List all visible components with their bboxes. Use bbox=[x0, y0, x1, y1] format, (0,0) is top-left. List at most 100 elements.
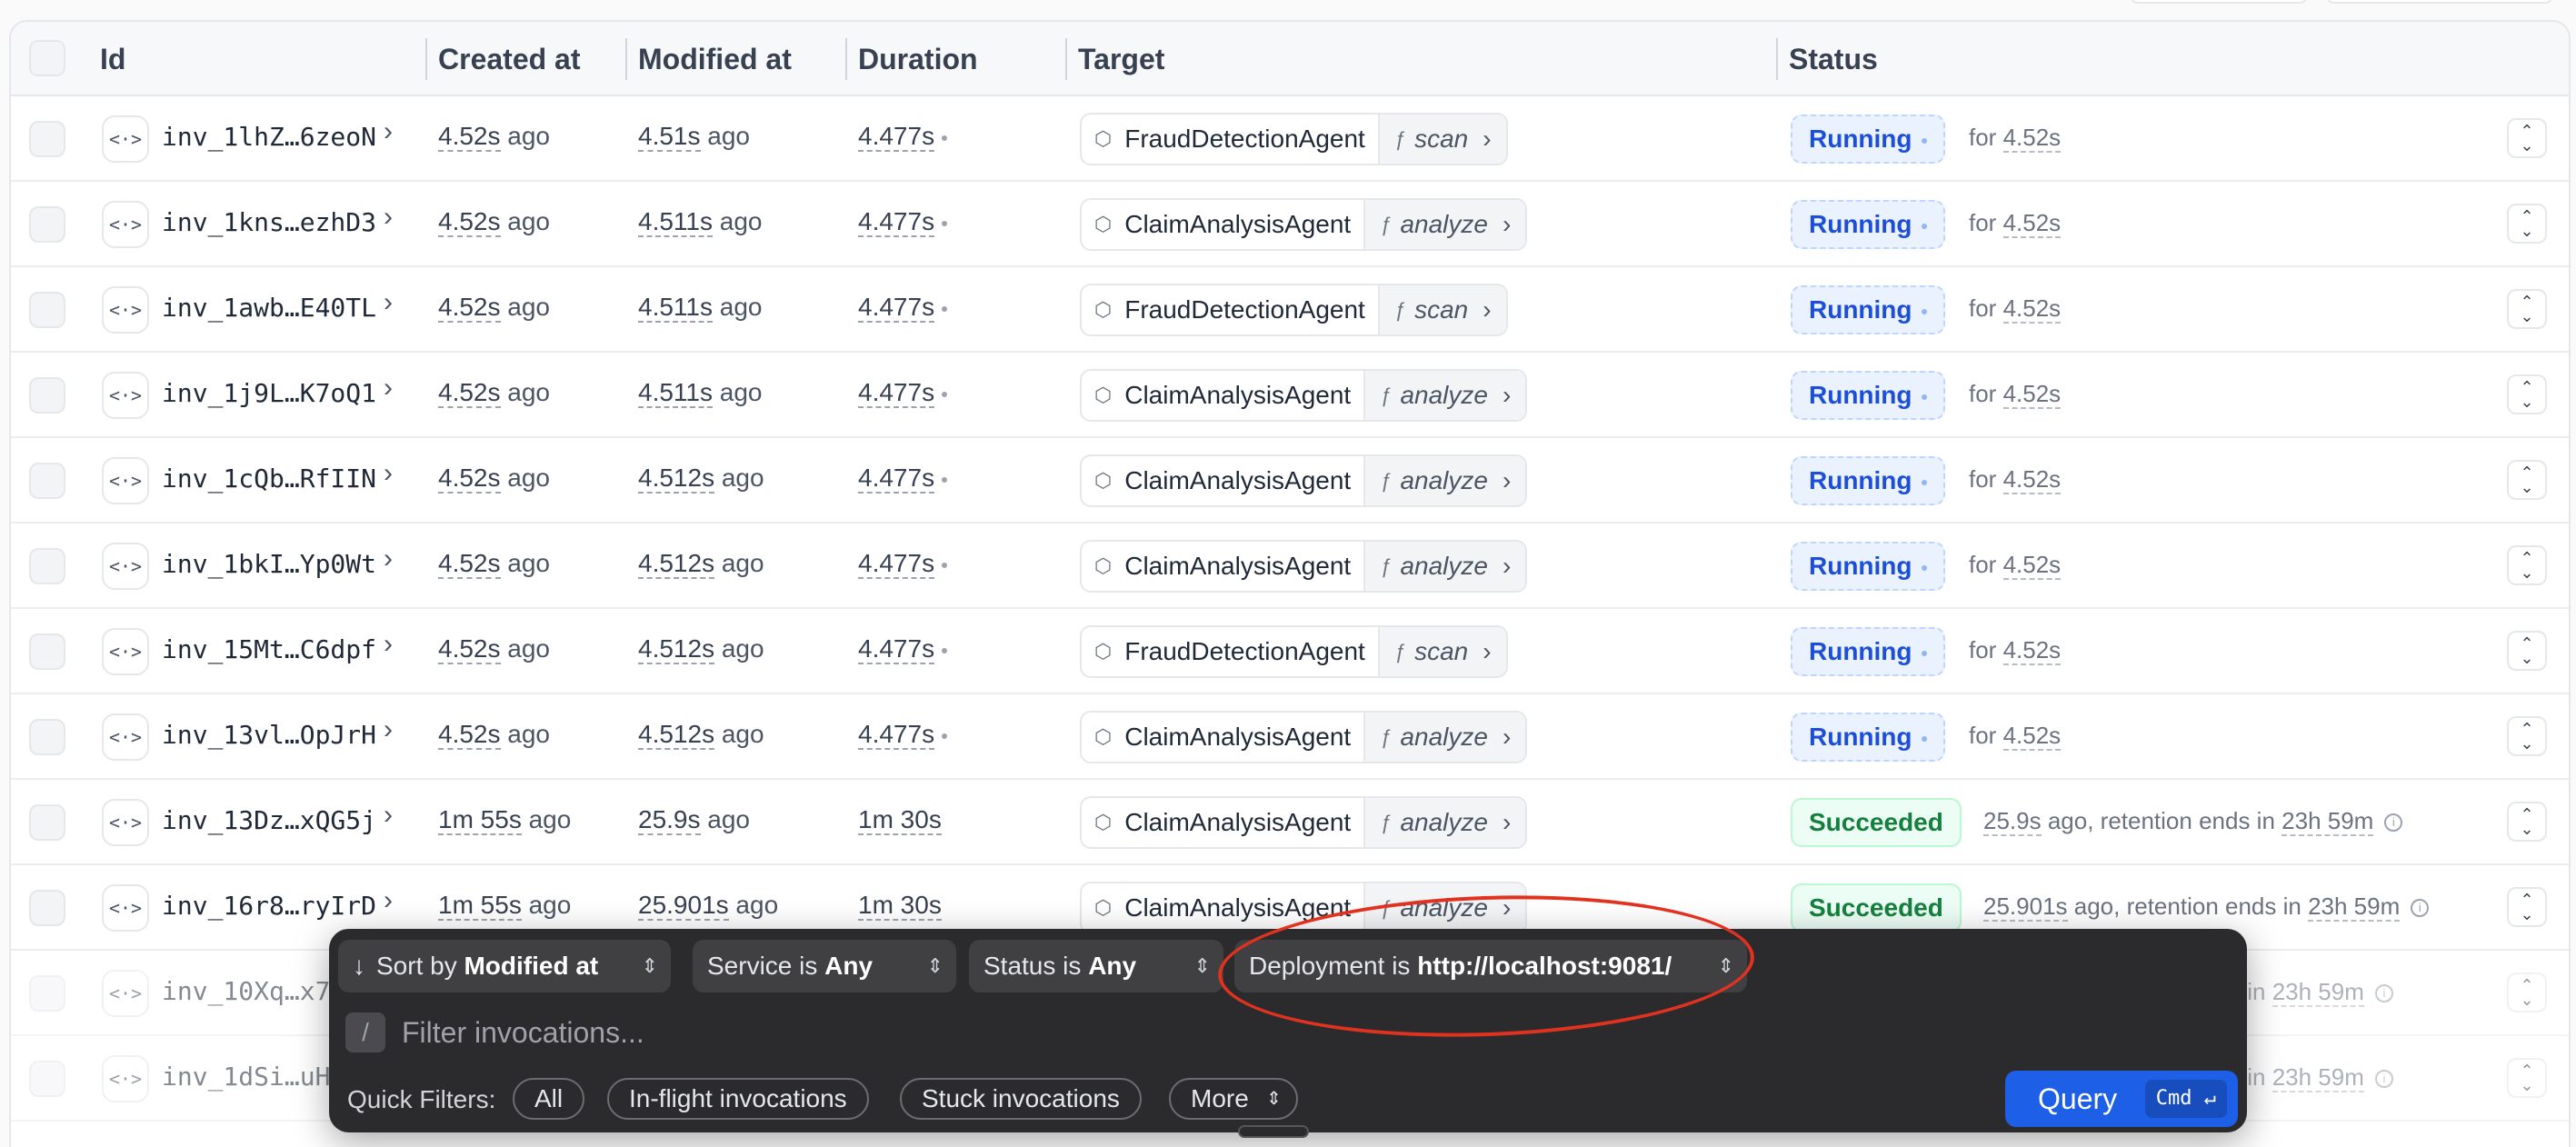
sort-dropdown[interactable]: ↓ Sort by Modified at ⇕ bbox=[338, 940, 671, 992]
code-icon[interactable]: <·> bbox=[102, 372, 149, 419]
expand-icon[interactable]: ⌃ ⌄ bbox=[2507, 1058, 2547, 1098]
target-button[interactable]: ⬡ ClaimAnalysisAgent ƒ analyze › bbox=[1080, 711, 1528, 763]
invocation-id[interactable]: inv_1dSi…uHV bbox=[162, 1062, 345, 1092]
expand-icon[interactable]: ⌃ ⌄ bbox=[2507, 289, 2547, 329]
code-icon[interactable]: <·> bbox=[102, 628, 149, 675]
service-filter-dropdown[interactable]: Service is Any ⇕ bbox=[693, 940, 956, 992]
chevron-right-icon[interactable]: › bbox=[384, 629, 393, 660]
invocation-id[interactable]: inv_1j9L…K7oQ1 bbox=[162, 378, 376, 408]
target-button[interactable]: ⬡ ClaimAnalysisAgent ƒ analyze › bbox=[1080, 454, 1528, 507]
invocation-id[interactable]: inv_13vl…OpJrH bbox=[162, 720, 376, 750]
chevron-right-icon[interactable]: › bbox=[384, 458, 393, 489]
expand-icon[interactable]: ⌃ ⌄ bbox=[2507, 802, 2547, 842]
info-icon[interactable]: i bbox=[2384, 813, 2403, 833]
query-button[interactable]: Query Cmd ↵ bbox=[2005, 1071, 2238, 1127]
quick-filter-in-flight[interactable]: In-flight invocations bbox=[607, 1078, 869, 1120]
table-row[interactable]: <·> inv_1kns…ezhD3 › 4.52s ago 4.511s ago 4.4… bbox=[11, 182, 2569, 267]
table-row[interactable]: <·> inv_1lhZ…6zeoN › 4.52s ago 4.51s ago 4.47… bbox=[11, 96, 2569, 182]
quick-filter-more[interactable]: More ⇕ bbox=[1169, 1078, 1298, 1120]
target-button[interactable]: ⬡ FraudDetectionAgent ƒ scan › bbox=[1080, 113, 1508, 165]
expand-icon[interactable]: ⌃ ⌄ bbox=[2507, 204, 2547, 244]
code-icon[interactable]: <·> bbox=[102, 201, 149, 248]
row-checkbox[interactable] bbox=[29, 975, 65, 1012]
expand-icon[interactable]: ⌃ ⌄ bbox=[2507, 716, 2547, 756]
invocation-id[interactable]: inv_16r8…ryIrD bbox=[162, 891, 376, 921]
row-checkbox[interactable] bbox=[29, 804, 65, 841]
code-icon[interactable]: <·> bbox=[102, 543, 149, 590]
expand-icon[interactable]: ⌃ ⌄ bbox=[2507, 972, 2547, 1012]
expand-icon[interactable]: ⌃ ⌄ bbox=[2507, 887, 2547, 927]
row-checkbox[interactable] bbox=[29, 463, 65, 499]
quick-filter-all[interactable]: All bbox=[513, 1078, 585, 1120]
row-checkbox[interactable] bbox=[29, 719, 65, 755]
column-header-modified[interactable]: Modified at bbox=[638, 22, 792, 96]
invocation-id[interactable]: inv_13Dz…xQG5j bbox=[162, 805, 376, 835]
code-icon[interactable]: <·> bbox=[102, 970, 149, 1017]
invocation-id[interactable]: inv_15Mt…C6dpf bbox=[162, 634, 376, 664]
column-header-created[interactable]: Created at bbox=[438, 22, 581, 96]
chevron-right-icon[interactable]: › bbox=[384, 885, 393, 916]
row-checkbox[interactable] bbox=[29, 121, 65, 157]
table-row[interactable]: <·> inv_13Dz…xQG5j › 1m 55s ago 25.9s ago 1m … bbox=[11, 780, 2569, 865]
column-header-id[interactable]: Id bbox=[100, 22, 125, 96]
column-divider[interactable] bbox=[625, 38, 627, 80]
chevron-right-icon[interactable]: › bbox=[384, 287, 393, 318]
target-button[interactable]: ⬡ ClaimAnalysisAgent ƒ analyze › bbox=[1080, 540, 1528, 593]
chevron-right-icon[interactable]: › bbox=[384, 714, 393, 745]
resize-handle[interactable] bbox=[1238, 1125, 1309, 1138]
invocation-id[interactable]: inv_1cQb…RfIIN bbox=[162, 464, 376, 494]
target-button[interactable]: ⬡ ClaimAnalysisAgent ƒ analyze › bbox=[1080, 369, 1528, 422]
target-button[interactable]: ⬡ ClaimAnalysisAgent ƒ analyze › bbox=[1080, 198, 1528, 251]
column-divider[interactable] bbox=[1065, 38, 1067, 80]
chevron-right-icon[interactable]: › bbox=[384, 373, 393, 404]
table-row[interactable]: <·> inv_1awb…E40TL › 4.52s ago 4.511s ago 4.4… bbox=[11, 267, 2569, 353]
row-checkbox[interactable] bbox=[29, 890, 65, 926]
invocation-id[interactable]: inv_1kns…ezhD3 bbox=[162, 207, 376, 237]
column-divider[interactable] bbox=[1776, 38, 1778, 80]
status-filter-dropdown[interactable]: Status is Any ⇕ bbox=[969, 940, 1223, 992]
chevron-right-icon[interactable]: › bbox=[384, 800, 393, 831]
chevron-right-icon[interactable]: › bbox=[384, 544, 393, 574]
row-checkbox[interactable] bbox=[29, 633, 65, 670]
row-checkbox[interactable] bbox=[29, 1061, 65, 1097]
code-icon[interactable]: <·> bbox=[102, 713, 149, 761]
expand-icon[interactable]: ⌃ ⌄ bbox=[2507, 545, 2547, 585]
code-icon[interactable]: <·> bbox=[102, 457, 149, 504]
chevron-right-icon[interactable]: › bbox=[384, 202, 393, 233]
chevron-right-icon[interactable]: › bbox=[384, 116, 393, 147]
toolbar-button-stub[interactable] bbox=[2327, 0, 2552, 4]
column-divider[interactable] bbox=[845, 38, 847, 80]
target-button[interactable]: ⬡ FraudDetectionAgent ƒ scan › bbox=[1080, 625, 1508, 678]
column-divider[interactable] bbox=[425, 38, 427, 80]
invocation-id[interactable]: inv_1awb…E40TL bbox=[162, 293, 376, 323]
code-icon[interactable]: <·> bbox=[102, 799, 149, 846]
code-icon[interactable]: <·> bbox=[102, 115, 149, 163]
invocation-id[interactable]: inv_1lhZ…6zeoN bbox=[162, 122, 376, 152]
toolbar-button-stub[interactable] bbox=[2131, 0, 2307, 4]
row-checkbox[interactable] bbox=[29, 292, 65, 328]
table-row[interactable]: <·> inv_1bkI…Yp0Wt › 4.52s ago 4.512s ago 4.4… bbox=[11, 524, 2569, 609]
table-row[interactable]: <·> inv_1j9L…K7oQ1 › 4.52s ago 4.511s ago 4.4… bbox=[11, 353, 2569, 438]
target-button[interactable]: ⬡ FraudDetectionAgent ƒ scan › bbox=[1080, 284, 1508, 336]
info-icon[interactable]: i bbox=[2374, 984, 2393, 1003]
table-row[interactable]: <·> inv_13vl…OpJrH › 4.52s ago 4.512s ago 4.4… bbox=[11, 694, 2569, 780]
invocation-id[interactable]: inv_1bkI…Yp0Wt bbox=[162, 549, 376, 579]
info-icon[interactable]: i bbox=[2374, 1070, 2393, 1089]
column-header-status[interactable]: Status bbox=[1789, 22, 1878, 96]
code-icon[interactable]: <·> bbox=[102, 1055, 149, 1102]
table-row[interactable]: <·> inv_15Mt…C6dpf › 4.52s ago 4.512s ago 4.4… bbox=[11, 609, 2569, 694]
column-header-duration[interactable]: Duration bbox=[858, 22, 978, 96]
info-icon[interactable]: i bbox=[2411, 899, 2430, 918]
expand-icon[interactable]: ⌃ ⌄ bbox=[2507, 460, 2547, 500]
code-icon[interactable]: <·> bbox=[102, 286, 149, 334]
table-row[interactable]: <·> inv_1cQb…RfIIN › 4.52s ago 4.512s ago 4.4… bbox=[11, 438, 2569, 524]
row-checkbox[interactable] bbox=[29, 206, 65, 243]
invocation-id[interactable]: inv_10Xq…x7E bbox=[162, 976, 345, 1006]
code-icon[interactable]: <·> bbox=[102, 884, 149, 932]
expand-icon[interactable]: ⌃ ⌄ bbox=[2507, 118, 2547, 158]
row-checkbox[interactable] bbox=[29, 377, 65, 414]
expand-icon[interactable]: ⌃ ⌄ bbox=[2507, 631, 2547, 671]
quick-filter-stuck[interactable]: Stuck invocations bbox=[900, 1078, 1142, 1120]
column-header-target[interactable]: Target bbox=[1078, 22, 1164, 96]
select-all-checkbox[interactable] bbox=[29, 40, 65, 76]
